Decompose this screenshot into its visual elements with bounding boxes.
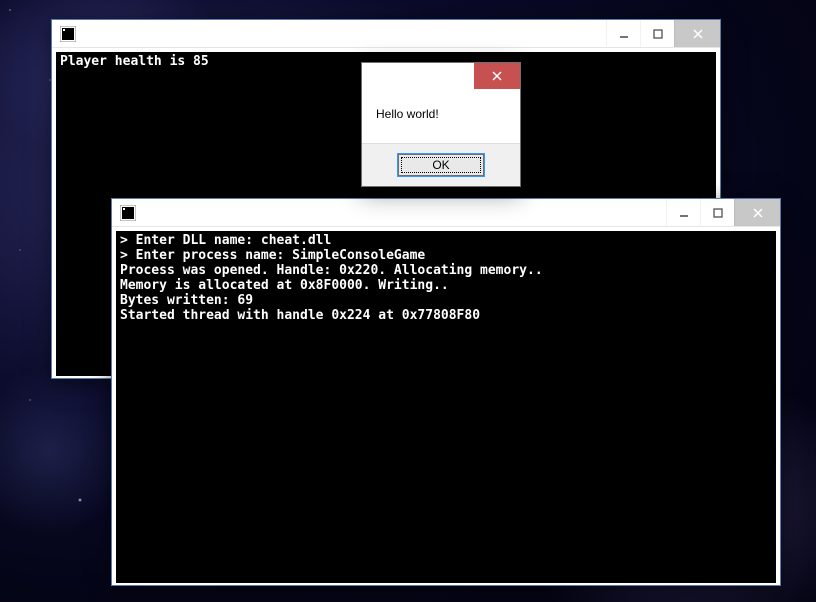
close-button[interactable]: [674, 20, 720, 47]
window-buttons-1: [606, 20, 720, 47]
titlebar-1[interactable]: [52, 20, 720, 48]
maximize-button[interactable]: [700, 199, 734, 226]
minimize-button[interactable]: [606, 20, 640, 47]
window-buttons-2: [666, 199, 780, 226]
dialog-titlebar[interactable]: [362, 63, 520, 89]
console-window-2: > Enter DLL name: cheat.dll > Enter proc…: [111, 198, 781, 586]
title-text-2: [142, 199, 666, 226]
title-text-1: [82, 20, 606, 47]
dialog-message: Hello world!: [362, 89, 520, 143]
message-box: Hello world! OK: [361, 62, 521, 187]
dialog-close-button[interactable]: [474, 63, 520, 89]
console-output-2: > Enter DLL name: cheat.dll > Enter proc…: [116, 231, 776, 583]
cmd-icon: [120, 205, 136, 221]
dialog-footer: OK: [362, 143, 520, 186]
maximize-button[interactable]: [640, 20, 674, 47]
close-button[interactable]: [734, 199, 780, 226]
titlebar-2[interactable]: [112, 199, 780, 227]
minimize-button[interactable]: [666, 199, 700, 226]
cmd-icon: [60, 26, 76, 42]
ok-button[interactable]: OK: [398, 154, 484, 176]
